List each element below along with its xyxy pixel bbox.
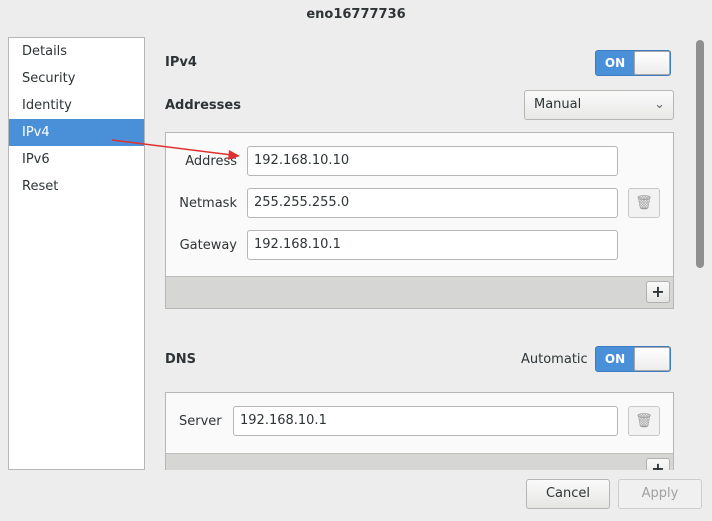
addresses-toolbar: + bbox=[166, 276, 673, 308]
trash-icon[interactable]: 🗑 bbox=[628, 406, 660, 436]
toggle-state: ON bbox=[604, 352, 626, 366]
trash-icon[interactable]: 🗑 bbox=[628, 188, 660, 218]
gateway-label: Gateway bbox=[179, 238, 237, 253]
annotation-arrow bbox=[111, 139, 240, 160]
method-dropdown[interactable]: Manual ⌄ bbox=[524, 90, 674, 120]
toggle-knob bbox=[634, 51, 670, 75]
toggle-knob bbox=[634, 347, 670, 371]
sidebar-item-details[interactable]: Details bbox=[9, 38, 144, 65]
address-input[interactable]: 192.168.10.10 bbox=[247, 146, 618, 176]
ipv4-toggle[interactable]: ON bbox=[595, 50, 671, 76]
netmask-input[interactable]: 255.255.255.0 bbox=[247, 188, 618, 218]
window-title: eno16777736 bbox=[306, 7, 406, 22]
dns-heading: DNS bbox=[165, 352, 197, 367]
chevron-down-icon: ⌄ bbox=[654, 97, 665, 112]
sidebar-item-reset[interactable]: Reset bbox=[9, 173, 144, 200]
sidebar: Details Security Identity IPv4 IPv6 Rese… bbox=[8, 37, 145, 470]
dns-server-input[interactable]: 192.168.10.1 bbox=[233, 406, 618, 436]
sidebar-item-security[interactable]: Security bbox=[9, 65, 144, 92]
toggle-state: ON bbox=[604, 56, 626, 70]
apply-button[interactable]: Apply bbox=[618, 479, 702, 509]
addresses-heading: Addresses bbox=[165, 98, 241, 113]
add-address-button[interactable]: + bbox=[646, 281, 670, 303]
dns-automatic-label: Automatic bbox=[521, 352, 588, 367]
cancel-button[interactable]: Cancel bbox=[526, 479, 610, 509]
server-label: Server bbox=[179, 414, 222, 429]
method-value: Manual bbox=[534, 97, 582, 112]
gateway-input[interactable]: 192.168.10.1 bbox=[247, 230, 618, 260]
dns-automatic-toggle[interactable]: ON bbox=[595, 346, 671, 372]
ipv4-heading: IPv4 bbox=[165, 55, 197, 70]
sidebar-item-identity[interactable]: Identity bbox=[9, 92, 144, 119]
scrollbar-thumb[interactable] bbox=[696, 40, 704, 268]
netmask-label: Netmask bbox=[179, 196, 237, 211]
